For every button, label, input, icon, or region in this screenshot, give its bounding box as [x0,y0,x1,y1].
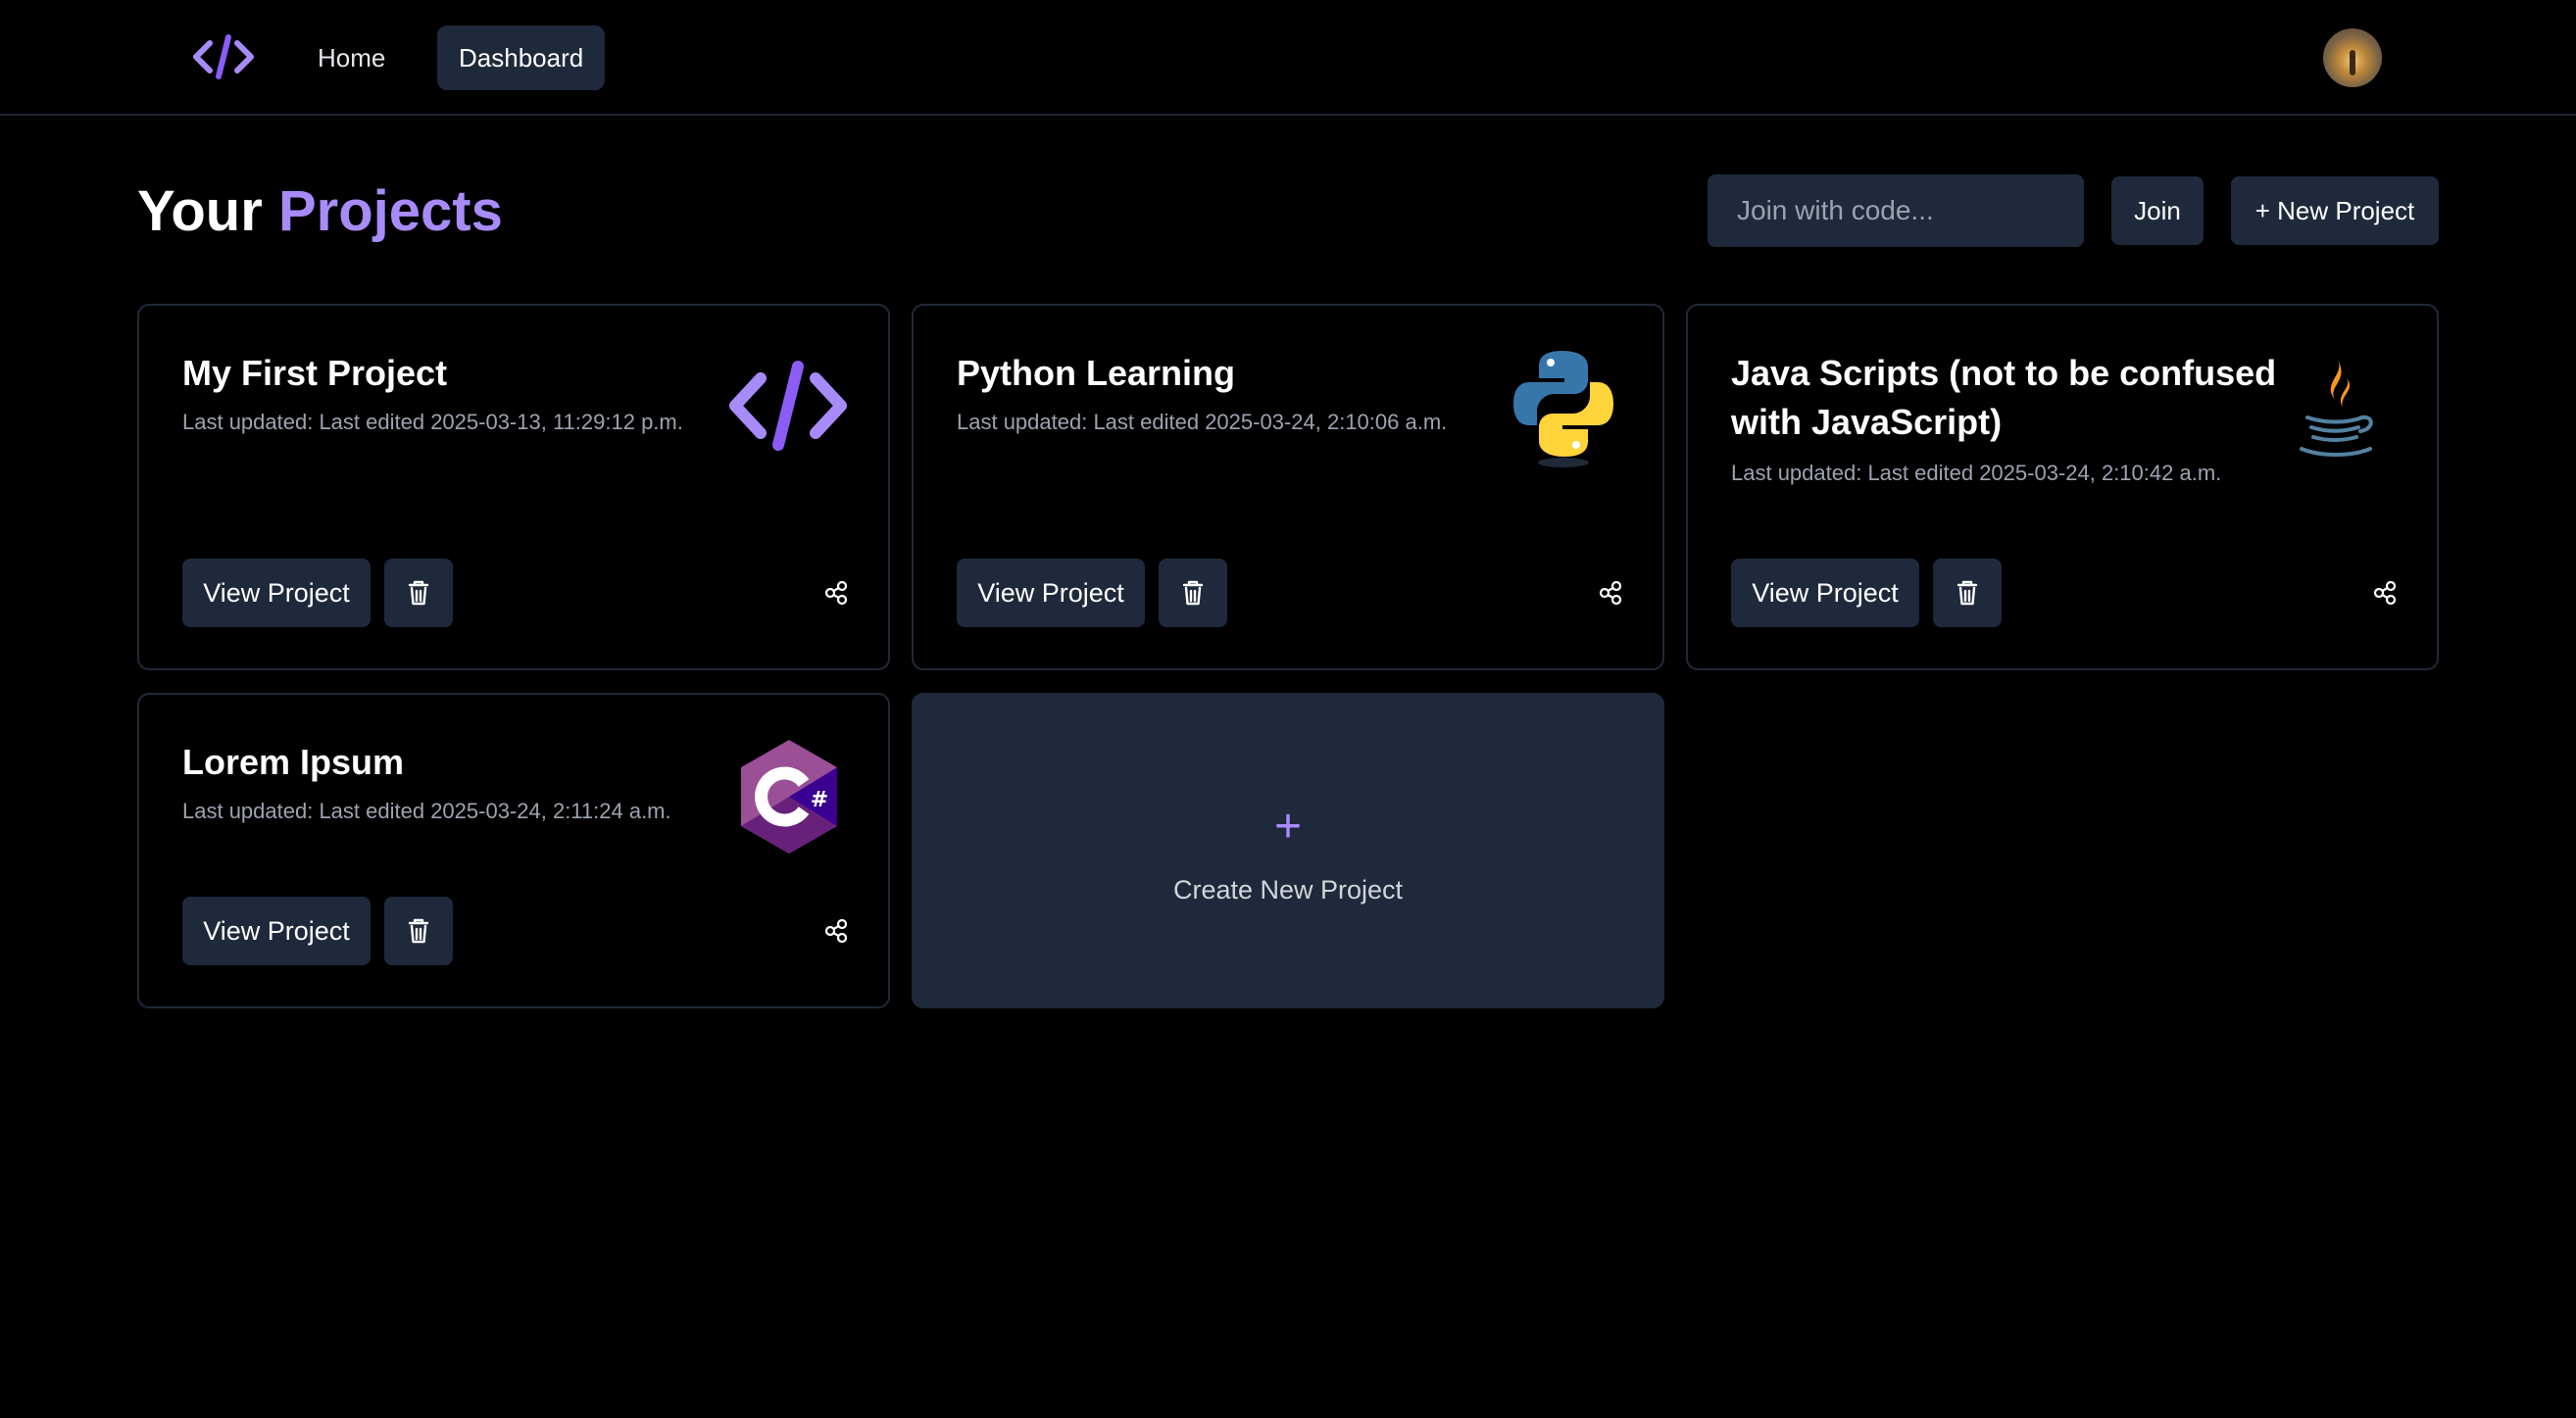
view-project-button[interactable]: View Project [182,559,371,627]
project-title: Python Learning [957,353,1236,393]
code-brackets-icon[interactable] [192,33,255,80]
create-new-project-card[interactable]: + Create New Project [912,693,1664,1008]
delete-project-button[interactable] [384,559,453,627]
view-project-button[interactable]: View Project [1731,559,1919,627]
trash-icon [384,897,453,965]
python-logo-icon [1510,345,1617,470]
project-card: Lorem Ipsum Last updated: Last edited 20… [137,693,890,1008]
share-button[interactable] [812,568,861,617]
top-navbar: Home Dashboard [0,0,2576,116]
share-button[interactable] [812,906,861,955]
java-logo-icon [2286,353,2384,470]
share-icon [812,906,861,955]
share-button[interactable] [1586,568,1635,617]
trash-icon [1933,559,2002,627]
share-icon [812,568,861,617]
project-title: My First Project [182,353,448,393]
create-new-project-label: Create New Project [1172,875,1404,905]
view-project-button[interactable]: View Project [957,559,1145,627]
project-last-updated: Last updated: Last edited 2025-03-24, 2:… [957,410,1448,434]
view-project-button[interactable]: View Project [182,897,371,965]
project-card: My First Project Last updated: Last edit… [137,304,890,670]
trash-icon [1159,559,1227,627]
nav-home-link[interactable]: Home [296,25,407,90]
delete-project-button[interactable] [1933,559,2002,627]
svg-text:#: # [811,788,828,812]
code-brackets-icon [727,359,849,453]
avatar-figure [2350,50,2355,75]
project-card: Python Learning Last updated: Last edite… [912,304,1664,670]
delete-project-button[interactable] [384,897,453,965]
page-title: Your Projects [137,174,503,249]
share-icon [2360,568,2409,617]
project-last-updated: Last updated: Last edited 2025-03-24, 2:… [1731,461,2222,485]
plus-icon: + [1273,801,1303,853]
page-title-accent: Projects [277,179,503,243]
project-title: Lorem Ipsum [182,742,405,782]
project-last-updated: Last updated: Last edited 2025-03-24, 2:… [182,799,671,823]
project-last-updated: Last updated: Last edited 2025-03-13, 11… [182,410,683,434]
project-title: Java Scripts (not to be confused with Ja… [1731,353,2277,442]
join-button[interactable]: Join [2111,176,2204,245]
share-icon [1586,568,1635,617]
csharp-logo-icon: # [735,736,843,857]
project-card: Java Scripts (not to be confused with Ja… [1686,304,2439,670]
share-button[interactable] [2360,568,2409,617]
delete-project-button[interactable] [1159,559,1227,627]
new-project-button[interactable]: + New Project [2231,176,2439,245]
page-title-prefix: Your [137,179,263,243]
join-code-input[interactable] [1708,174,2084,247]
trash-icon [384,559,453,627]
avatar[interactable] [2323,28,2382,87]
nav-dashboard-link[interactable]: Dashboard [437,25,606,90]
